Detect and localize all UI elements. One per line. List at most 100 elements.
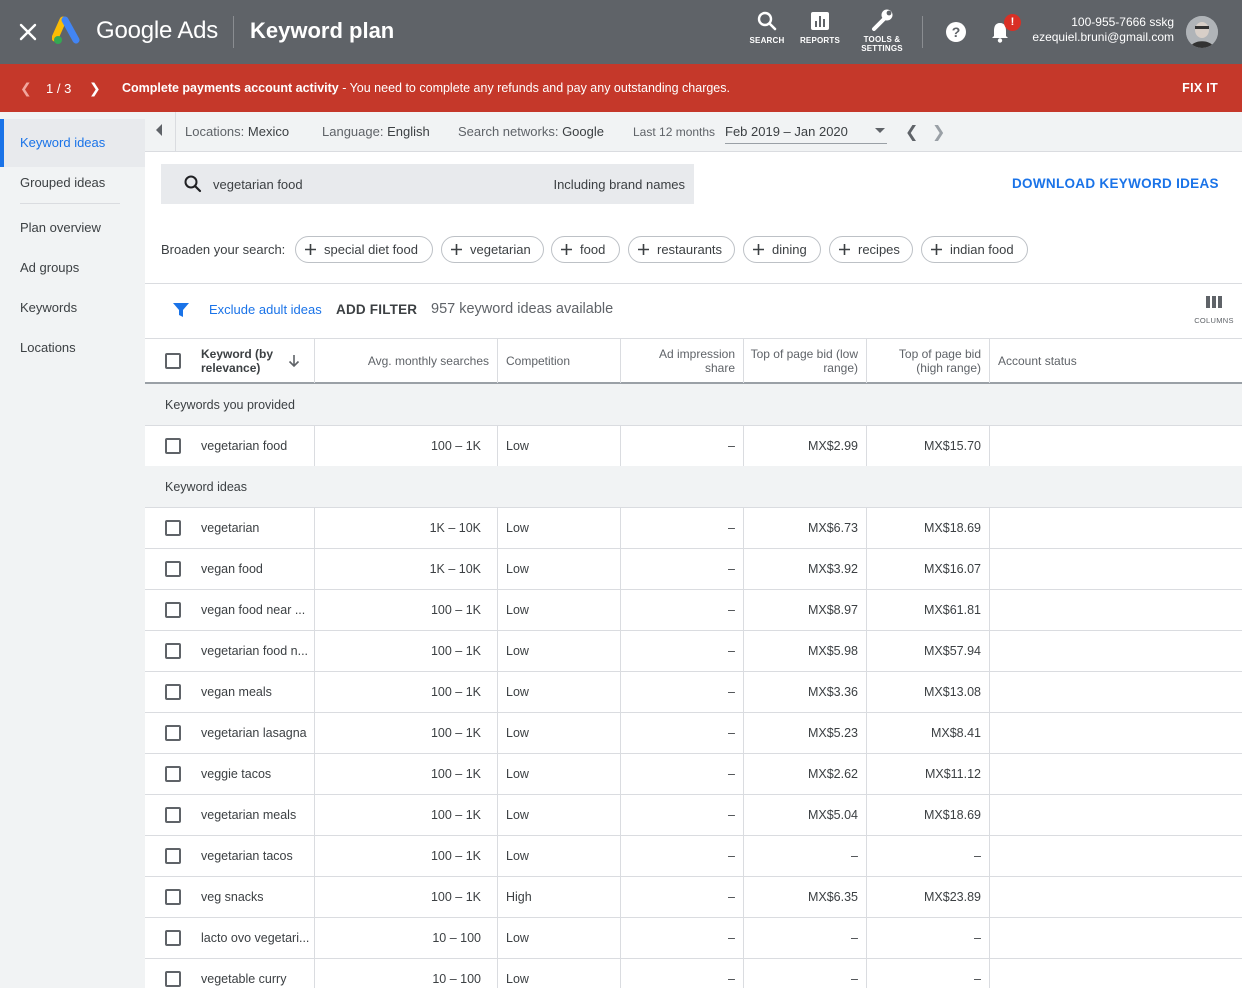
- select-all-checkbox[interactable]: [165, 353, 181, 369]
- date-range-select[interactable]: Feb 2019 – Jan 2020: [725, 124, 887, 144]
- header-avg-monthly-searches[interactable]: Avg. monthly searches: [315, 339, 489, 383]
- language-filter[interactable]: Language: English: [322, 124, 430, 139]
- bid-high-cell: –: [974, 931, 981, 945]
- broaden-chip[interactable]: special diet food: [295, 236, 433, 263]
- header-keyword[interactable]: Keyword (by relevance): [201, 339, 287, 383]
- header-top-bid-low[interactable]: Top of page bid (low range): [749, 339, 858, 383]
- broaden-chip[interactable]: vegetarian: [441, 236, 544, 263]
- header-ad-impression-share[interactable]: Ad impression share: [635, 339, 735, 383]
- keyword-cell[interactable]: vegetarian lasagna: [201, 713, 309, 753]
- collapse-sidebar-icon[interactable]: [153, 123, 165, 137]
- brand-names-toggle[interactable]: Including brand names: [553, 177, 685, 192]
- table-row[interactable]: vegan meals 100 – 1K Low – MX$3.36 MX$13.08: [145, 672, 1242, 713]
- keyword-search-box[interactable]: vegetarian food Including brand names: [161, 164, 694, 204]
- column-divider: [497, 590, 498, 630]
- avg-searches-cell: 100 – 1K: [430, 849, 481, 863]
- header-account-status[interactable]: Account status: [998, 339, 1148, 383]
- row-checkbox[interactable]: [165, 520, 181, 536]
- keyword-cell[interactable]: veg snacks: [201, 877, 309, 917]
- keyword-cell[interactable]: vegetarian meals: [201, 795, 309, 835]
- row-checkbox[interactable]: [165, 725, 181, 741]
- row-checkbox[interactable]: [165, 971, 181, 987]
- download-keyword-ideas-button[interactable]: DOWNLOAD KEYWORD IDEAS: [1012, 176, 1219, 191]
- networks-filter[interactable]: Search networks: Google: [458, 124, 604, 139]
- keyword-cell[interactable]: vegan food near ...: [201, 590, 309, 630]
- row-checkbox[interactable]: [165, 602, 181, 618]
- keyword-cell[interactable]: vegan meals: [201, 672, 309, 712]
- sidebar-item-locations[interactable]: Locations: [0, 324, 145, 372]
- table-row[interactable]: vegetarian lasagna 100 – 1K Low – MX$5.23 MX$…: [145, 713, 1242, 754]
- column-divider: [989, 754, 990, 794]
- row-checkbox[interactable]: [165, 807, 181, 823]
- bid-low-cell: MX$2.99: [807, 439, 858, 453]
- tools-settings-button[interactable]: TOOLS & SETTINGS: [852, 9, 912, 53]
- keyword-cell[interactable]: vegetable curry: [201, 959, 309, 988]
- table-row[interactable]: vegetarian tacos 100 – 1K Low – – –: [145, 836, 1242, 877]
- broaden-chip[interactable]: indian food: [921, 236, 1028, 263]
- column-divider: [497, 631, 498, 671]
- add-filter-button[interactable]: ADD FILTER: [336, 302, 417, 317]
- keyword-cell[interactable]: vegan food: [201, 549, 309, 589]
- reports-tool-button[interactable]: REPORTS: [790, 10, 850, 45]
- row-checkbox[interactable]: [165, 561, 181, 577]
- date-next-chevron-icon[interactable]: ❯: [932, 122, 945, 142]
- keyword-cell[interactable]: vegetarian: [201, 508, 309, 548]
- row-checkbox[interactable]: [165, 438, 181, 454]
- table-row[interactable]: vegan food near ... 100 – 1K Low – MX$8.97 MX…: [145, 590, 1242, 631]
- keyword-cell[interactable]: veggie tacos: [201, 754, 309, 794]
- row-checkbox[interactable]: [165, 848, 181, 864]
- row-checkbox[interactable]: [165, 684, 181, 700]
- columns-button[interactable]: COLUMNS: [1192, 295, 1236, 325]
- table-row[interactable]: vegetarian meals 100 – 1K Low – MX$5.04 MX$18…: [145, 795, 1242, 836]
- sort-arrow-down-icon[interactable]: [288, 354, 300, 368]
- header-top-bid-high[interactable]: Top of page bid (high range): [872, 339, 981, 383]
- row-checkbox[interactable]: [165, 766, 181, 782]
- table-row[interactable]: veg snacks 100 – 1K High – MX$6.35 MX$23.89: [145, 877, 1242, 918]
- language-filter-value: English: [387, 124, 430, 139]
- account-email: ezequiel.bruni@gmail.com: [1032, 30, 1174, 44]
- competition-cell: Low: [506, 931, 529, 945]
- table-row[interactable]: vegan food 1K – 10K Low – MX$3.92 MX$16.07: [145, 549, 1242, 590]
- bid-low-cell: MX$6.35: [807, 890, 858, 904]
- sidebar-item-grouped-ideas[interactable]: Grouped ideas: [0, 159, 145, 207]
- keyword-cell[interactable]: vegetarian tacos: [201, 836, 309, 876]
- avatar[interactable]: [1186, 16, 1218, 48]
- broaden-chip[interactable]: recipes: [829, 236, 913, 263]
- row-checkbox[interactable]: [165, 643, 181, 659]
- fix-it-button[interactable]: FIX IT: [1182, 81, 1218, 95]
- table-row[interactable]: vegetable curry 10 – 100 Low – – –: [145, 959, 1242, 988]
- column-divider: [620, 549, 621, 589]
- search-tool-button[interactable]: SEARCH: [737, 10, 797, 45]
- broaden-chip[interactable]: dining: [743, 236, 821, 263]
- alert-next-chevron-icon[interactable]: ❯: [89, 80, 101, 97]
- column-divider: [989, 508, 990, 548]
- table-row[interactable]: vegetarian 1K – 10K Low – MX$6.73 MX$18.69: [145, 508, 1242, 549]
- filter-funnel-icon[interactable]: [172, 301, 190, 319]
- table-row[interactable]: vegetarian food n... 100 – 1K Low – MX$5.98 M…: [145, 631, 1242, 672]
- search-query[interactable]: vegetarian food: [213, 177, 303, 192]
- exclude-adult-ideas-filter[interactable]: Exclude adult ideas: [209, 302, 322, 317]
- keyword-cell[interactable]: vegetarian food n...: [201, 631, 309, 671]
- keyword-cell[interactable]: vegetarian food: [201, 426, 309, 466]
- row-checkbox[interactable]: [165, 889, 181, 905]
- column-divider: [620, 713, 621, 753]
- broaden-chip[interactable]: restaurants: [628, 236, 735, 263]
- column-divider: [866, 713, 867, 753]
- table-row[interactable]: veggie tacos 100 – 1K Low – MX$2.62 MX$11.12: [145, 754, 1242, 795]
- account-info[interactable]: 100-955-7666 sskg ezequiel.bruni@gmail.c…: [1032, 15, 1174, 45]
- table-row[interactable]: lacto ovo vegetari... 10 – 100 Low – – –: [145, 918, 1242, 959]
- close-icon[interactable]: [18, 22, 38, 42]
- keyword-cell[interactable]: lacto ovo vegetari...: [201, 918, 309, 958]
- row-checkbox[interactable]: [165, 930, 181, 946]
- broaden-chip[interactable]: food: [551, 236, 620, 263]
- help-icon[interactable]: ?: [945, 21, 967, 43]
- competition-cell: Low: [506, 644, 529, 658]
- date-prev-chevron-icon[interactable]: ❮: [905, 122, 918, 142]
- language-filter-label: Language:: [322, 124, 384, 139]
- alert-prev-chevron-icon[interactable]: ❮: [20, 80, 32, 97]
- header-competition[interactable]: Competition: [506, 339, 616, 383]
- locations-filter[interactable]: Locations: Mexico: [185, 124, 289, 139]
- locations-filter-value: Mexico: [247, 124, 290, 139]
- bid-low-cell: –: [851, 972, 858, 986]
- table-row[interactable]: vegetarian food 100 – 1K Low – MX$2.99 MX$15.…: [145, 426, 1242, 467]
